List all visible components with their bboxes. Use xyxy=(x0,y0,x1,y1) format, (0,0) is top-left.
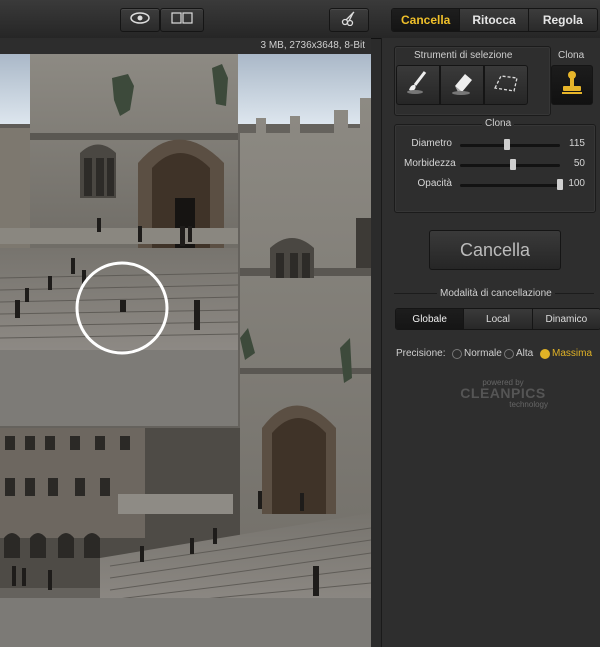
radio-icon xyxy=(540,348,550,359)
slider-track[interactable] xyxy=(460,144,560,147)
slider-label: Morbidezza xyxy=(404,158,456,169)
tab-cancella[interactable]: Cancella xyxy=(392,9,461,31)
split-view-icon xyxy=(171,11,193,29)
logo-brand: CLEANPICS xyxy=(460,385,546,401)
slider-label: Opacità xyxy=(417,178,452,189)
precision-normale[interactable]: Normale xyxy=(452,348,502,359)
precision-alta[interactable]: Alta xyxy=(504,348,533,359)
precision-label: Precisione: xyxy=(396,348,446,359)
slider-diametro: Diametro 115 xyxy=(404,138,599,152)
precision-massima[interactable]: Massima xyxy=(540,348,592,359)
brush-icon xyxy=(405,70,431,101)
top-toolbar: Cancella Ritocca Regola xyxy=(0,0,600,39)
stamp-icon xyxy=(560,70,584,101)
radio-label: Normale xyxy=(464,348,502,359)
lasso-tool[interactable] xyxy=(484,65,528,105)
scissors-button[interactable] xyxy=(329,8,369,32)
slider-knob[interactable] xyxy=(510,159,516,170)
radio-icon xyxy=(504,348,514,359)
photo-canvas[interactable] xyxy=(0,38,371,647)
slider-value: 100 xyxy=(568,178,585,189)
photo xyxy=(0,38,371,647)
erase-mode-title: Modalità di cancellazione xyxy=(437,288,555,299)
eye-icon xyxy=(130,11,150,29)
radio-label: Massima xyxy=(552,348,593,359)
erase-mode-local[interactable]: Local xyxy=(464,309,533,329)
cleanpics-logo: powered by CLEANPICS technology xyxy=(458,378,548,409)
slider-knob[interactable] xyxy=(504,139,510,150)
erase-mode-globale[interactable]: Globale xyxy=(396,309,465,329)
clone-title: Clona xyxy=(558,50,585,61)
tab-regola[interactable]: Regola xyxy=(528,9,597,31)
slider-track[interactable] xyxy=(460,184,560,187)
erase-button[interactable]: Cancella xyxy=(429,230,561,270)
slider-morbidezza: Morbidezza 50 xyxy=(404,158,599,172)
image-info: 3 MB, 2736x3648, 8-Bit xyxy=(260,40,365,51)
logo-sub: technology xyxy=(509,400,548,409)
eraser-icon xyxy=(449,70,475,101)
selection-tools-title: Strumenti di selezione xyxy=(414,50,513,61)
slider-value: 115 xyxy=(569,138,585,149)
radio-icon xyxy=(452,348,462,359)
slider-opacita: Opacità 100 xyxy=(404,178,599,192)
view-toggle-button[interactable] xyxy=(120,8,160,32)
tab-ritocca[interactable]: Ritocca xyxy=(460,9,529,31)
lasso-icon xyxy=(492,72,520,99)
compare-button[interactable] xyxy=(160,8,204,32)
mode-tabs: Cancella Ritocca Regola xyxy=(391,8,598,32)
eraser-tool[interactable] xyxy=(440,65,484,105)
image-info-bar: 3 MB, 2736x3648, 8-Bit xyxy=(0,38,371,54)
erase-mode-tabs: Globale Local Dinamico xyxy=(395,308,600,330)
clone-stamp-tool[interactable] xyxy=(551,65,593,105)
brush-tool[interactable] xyxy=(396,65,440,105)
slider-label: Diametro xyxy=(411,138,452,149)
scissors-icon xyxy=(341,10,357,31)
clone-group-title: Clona xyxy=(482,118,515,129)
slider-knob[interactable] xyxy=(557,179,563,190)
side-panel: Strumenti di selezione Clona Clona Diame… xyxy=(381,38,600,647)
slider-value: 50 xyxy=(573,158,585,169)
erase-mode-dinamico[interactable]: Dinamico xyxy=(532,309,600,329)
radio-label: Alta xyxy=(516,348,534,359)
